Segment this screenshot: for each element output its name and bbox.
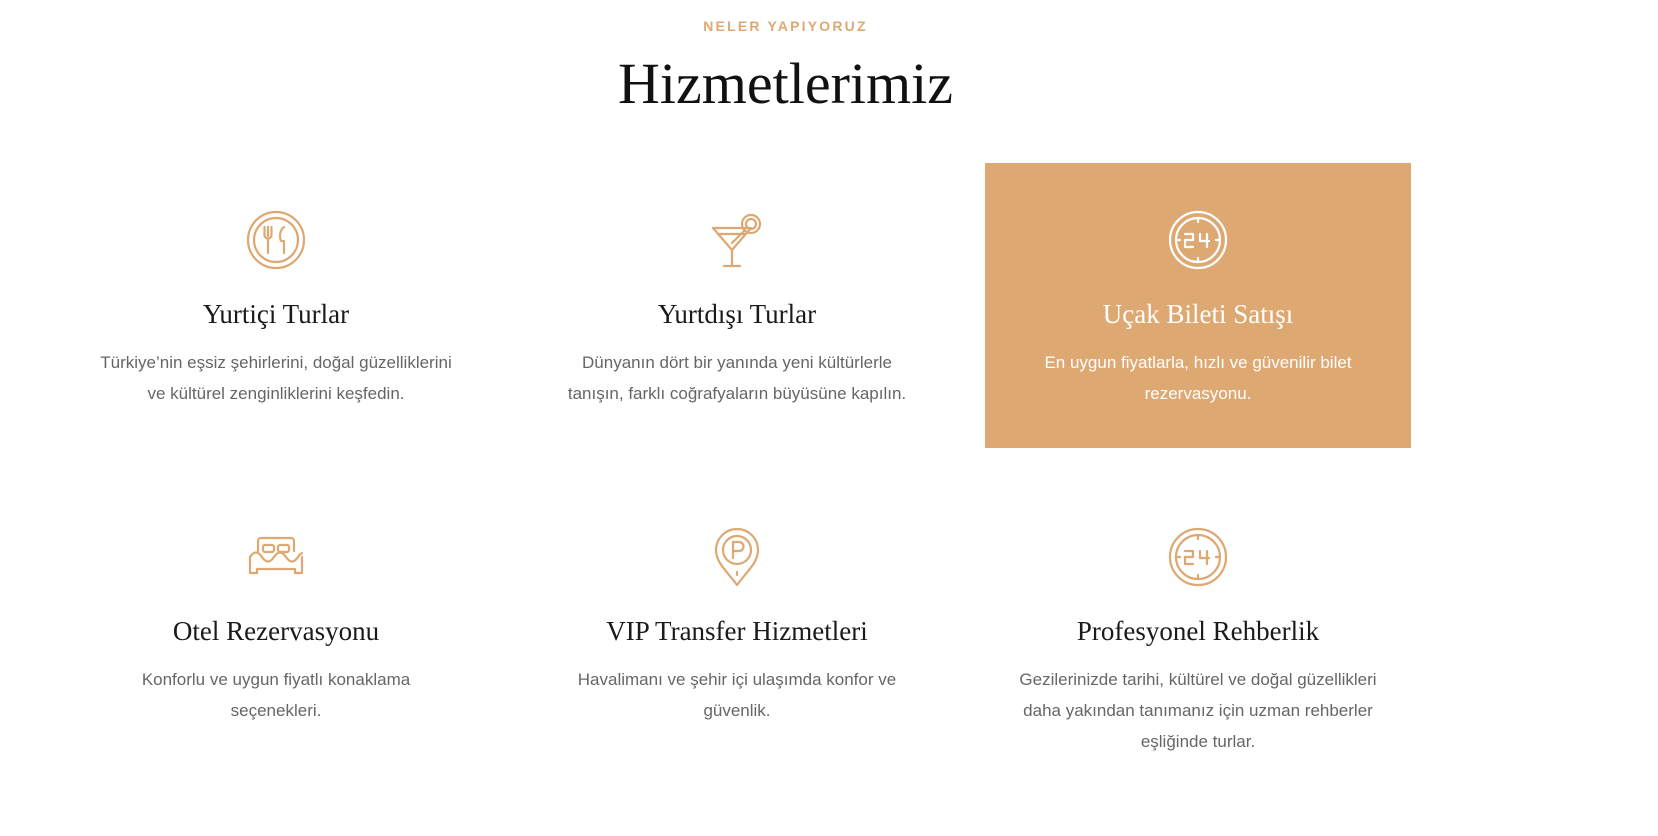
service-description: Konforlu ve uygun fiyatlı konaklama seçe… bbox=[141, 670, 411, 720]
service-description: Gezilerinizde tarihi, kültürel ve doğal … bbox=[1019, 670, 1377, 751]
service-card-profesyonel-rehberlik[interactable]: Profesyonel Rehberlik Gezilerinizde tari… bbox=[985, 480, 1411, 780]
cocktail-glass-icon bbox=[707, 210, 767, 270]
service-title: Yurtdışı Turlar bbox=[657, 299, 817, 329]
service-description: Türkiye’nin eşsiz şehirlerini, doğal güz… bbox=[100, 353, 452, 403]
service-description: En uygun fiyatlarla, hızlı ve güvenilir … bbox=[1044, 353, 1352, 403]
service-description: Havalimanı ve şehir içi ulaşımda konfor … bbox=[577, 670, 897, 720]
service-title: Uçak Bileti Satışı bbox=[1102, 299, 1294, 329]
service-card-otel-rezervasyonu[interactable]: Otel Rezervasyonu Konforlu ve uygun fiya… bbox=[63, 480, 489, 765]
parking-pin-icon bbox=[707, 527, 767, 587]
service-title: Otel Rezervasyonu bbox=[172, 616, 380, 646]
service-card-vip-transfer[interactable]: VIP Transfer Hizmetleri Havalimanı ve şe… bbox=[524, 480, 950, 765]
service-card-yurtici-turlar[interactable]: Yurtiçi Turlar Türkiye’nin eşsiz şehirle… bbox=[63, 163, 489, 448]
section-eyebrow: NELER YAPIYORUZ bbox=[703, 18, 868, 34]
service-title: Yurtiçi Turlar bbox=[202, 299, 350, 329]
service-description: Dünyanın dört bir yanında yeni kültürler… bbox=[567, 353, 907, 403]
service-card-yurtdisi-turlar[interactable]: Yurtdışı Turlar Dünyanın dört bir yanınd… bbox=[524, 163, 950, 448]
service-title: Profesyonel Rehberlik bbox=[1076, 616, 1320, 646]
dining-plate-icon bbox=[246, 210, 306, 270]
hotel-bed-icon bbox=[246, 527, 306, 587]
service-title: VIP Transfer Hizmetleri bbox=[606, 616, 868, 646]
service-card-ucak-bileti-satisi[interactable]: Uçak Bileti Satışı En uygun fiyatlarla, … bbox=[985, 163, 1411, 448]
section-title: Hizmetlerimiz bbox=[618, 51, 953, 116]
clock-24-icon bbox=[1168, 527, 1228, 587]
clock-24-icon bbox=[1168, 210, 1228, 270]
